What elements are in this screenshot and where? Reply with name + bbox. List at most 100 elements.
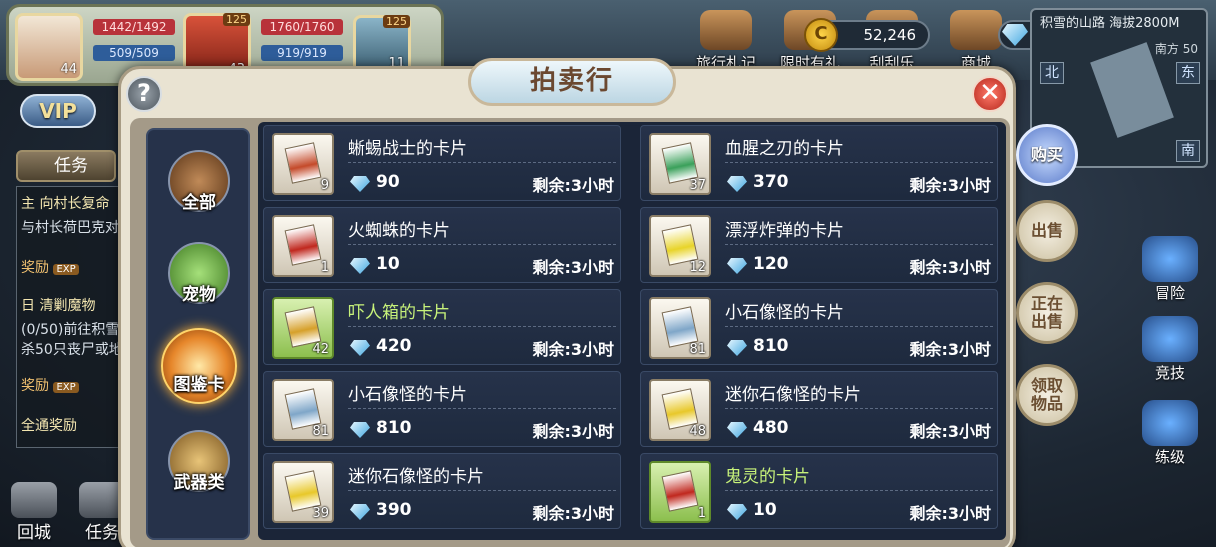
on-sale-tab[interactable]: 正在出售 [1016, 282, 1078, 344]
item-name: 血腥之刃的卡片 [725, 139, 844, 159]
sell-tab[interactable]: 出售 [1016, 200, 1078, 262]
category-weapon-label: 武器类 [173, 473, 225, 493]
quest-tracker: 主 向村长复命 与村长荷巴克对话 奖励 EXP 日 清剿魔物 (0/50)前往积… [16, 186, 133, 448]
quest-daily-title[interactable]: 日 清剿魔物 [21, 295, 95, 315]
companion-badge: 125 [223, 13, 250, 26]
card-icon: 37 [649, 133, 711, 195]
item-name: 火蜘蛛的卡片 [348, 221, 450, 241]
item-time-remaining: 剩余:3小时 [909, 340, 991, 359]
auction-item[interactable]: 1 鬼灵的卡片 10 剩余:3小时 [640, 453, 998, 529]
adventure-button[interactable]: 冒险 [1136, 236, 1204, 303]
category-pet[interactable]: 宠物 [150, 238, 248, 324]
auction-item[interactable]: 39 迷你石像怪的卡片 390 剩余:3小时 [263, 453, 621, 529]
gold-amount: 52,246 [863, 26, 917, 44]
quest-main-tag: 主 [21, 196, 35, 212]
all-clear-reward[interactable]: 全通奖励 [21, 415, 77, 435]
diamond-icon [727, 340, 747, 356]
item-name: 小石像怪的卡片 [725, 303, 844, 323]
portal-icon [1142, 400, 1198, 446]
adventure-label: 冒险 [1154, 284, 1185, 302]
diamond-icon [350, 176, 370, 192]
diamond-icon [350, 504, 370, 520]
item-name: 蜥蜴战士的卡片 [348, 139, 467, 159]
hero-portrait[interactable]: 44 [15, 13, 83, 81]
companion-hp-bar: 1760/1760 [261, 19, 343, 35]
auction-item[interactable]: 81 小石像怪的卡片 810 剩余:3小时 [640, 289, 998, 365]
diamond-icon [727, 504, 747, 520]
item-divider [348, 244, 616, 245]
item-divider [348, 490, 616, 491]
card-art [284, 224, 322, 266]
card-art [661, 470, 699, 512]
category-all[interactable]: 全部 [150, 146, 248, 232]
item-divider [725, 490, 993, 491]
item-quantity: 9 [320, 178, 329, 193]
item-time-remaining: 剩余:3小时 [909, 422, 991, 441]
arena-button[interactable]: 竞技 [1136, 316, 1204, 383]
arena-label: 竞技 [1154, 364, 1185, 382]
item-time-remaining: 剩余:3小时 [532, 258, 614, 277]
item-quantity: 1 [320, 260, 329, 275]
auction-item[interactable]: 37 血腥之刃的卡片 370 剩余:3小时 [640, 125, 998, 201]
auction-item[interactable]: 12 漂浮炸弹的卡片 120 剩余:3小时 [640, 207, 998, 283]
quest-daily-desc-1: (0/50)前往积雪 [21, 322, 120, 338]
category-pet-label: 宠物 [182, 285, 216, 305]
item-quantity: 12 [689, 260, 706, 275]
hero-level: 44 [60, 62, 77, 77]
item-price: 480 [753, 418, 789, 438]
quest-daily-reward: 奖励 EXP [21, 375, 79, 395]
auction-item[interactable]: 42 吓人箱的卡片 420 剩余:3小时 [263, 289, 621, 365]
category-card[interactable]: 图鉴卡 [150, 328, 248, 416]
category-weapon[interactable]: 武器类 [150, 426, 248, 512]
item-quantity: 39 [312, 506, 329, 521]
diamond-icon [727, 258, 747, 274]
item-quantity: 81 [312, 424, 329, 439]
item-time-remaining: 剩余:3小时 [532, 176, 614, 195]
north-marker: 北 [1040, 62, 1064, 84]
category-all-label: 全部 [182, 193, 216, 213]
diamond-icon [727, 176, 747, 192]
card-icon: 81 [272, 379, 334, 441]
item-divider [348, 408, 616, 409]
quest-main-title[interactable]: 主 向村长复命 [21, 193, 109, 213]
castle-gate-icon [11, 482, 57, 518]
item-divider [348, 326, 616, 327]
item-divider [725, 408, 993, 409]
help-button[interactable]: ? [126, 76, 162, 112]
auction-item[interactable]: 1 火蜘蛛的卡片 10 剩余:3小时 [263, 207, 621, 283]
item-time-remaining: 剩余:3小时 [909, 176, 991, 195]
item-quantity: 81 [689, 342, 706, 357]
diamond-icon [350, 422, 370, 438]
quest-main-reward: 奖励 EXP [21, 257, 79, 277]
item-price: 90 [376, 172, 400, 192]
diamond-icon [350, 258, 370, 274]
return-town-button[interactable]: 回城 [4, 482, 64, 543]
card-icon: 9 [272, 133, 334, 195]
quest-main-desc: 与村长荷巴克对话 [21, 220, 133, 236]
auction-item[interactable]: 48 迷你石像怪的卡片 480 剩余:3小时 [640, 371, 998, 447]
return-town-label: 回城 [17, 523, 51, 543]
close-button[interactable]: ✕ [972, 76, 1008, 112]
vip-button[interactable]: VIP [20, 94, 96, 128]
diamond-icon [350, 340, 370, 356]
south-marker: 南 [1176, 140, 1200, 162]
item-quantity: 37 [689, 178, 706, 193]
item-time-remaining: 剩余:3小时 [909, 258, 991, 277]
item-name: 漂浮炸弹的卡片 [725, 221, 844, 241]
auction-item[interactable]: 9 蜥蜴战士的卡片 90 剩余:3小时 [263, 125, 621, 201]
travel-notes-button[interactable]: 旅行札记 [690, 10, 762, 72]
auction-item[interactable]: 81 小石像怪的卡片 810 剩余:3小时 [263, 371, 621, 447]
item-quantity: 42 [312, 342, 329, 357]
item-divider [348, 162, 616, 163]
item-time-remaining: 剩余:3小时 [909, 504, 991, 523]
map-title: 积雪的山路 海拔2800M [1040, 16, 1180, 31]
card-icon: 39 [272, 461, 334, 523]
buy-tab[interactable]: 购买 [1016, 124, 1078, 186]
claim-items-tab[interactable]: 领取物品 [1016, 364, 1078, 426]
item-name: 吓人箱的卡片 [348, 303, 450, 323]
quest-daily-exp: EXP [53, 382, 79, 393]
card-art [284, 142, 322, 184]
quest-tab[interactable]: 任务 [16, 150, 116, 182]
card-icon: 81 [649, 297, 711, 359]
train-button[interactable]: 练级 [1136, 400, 1204, 467]
